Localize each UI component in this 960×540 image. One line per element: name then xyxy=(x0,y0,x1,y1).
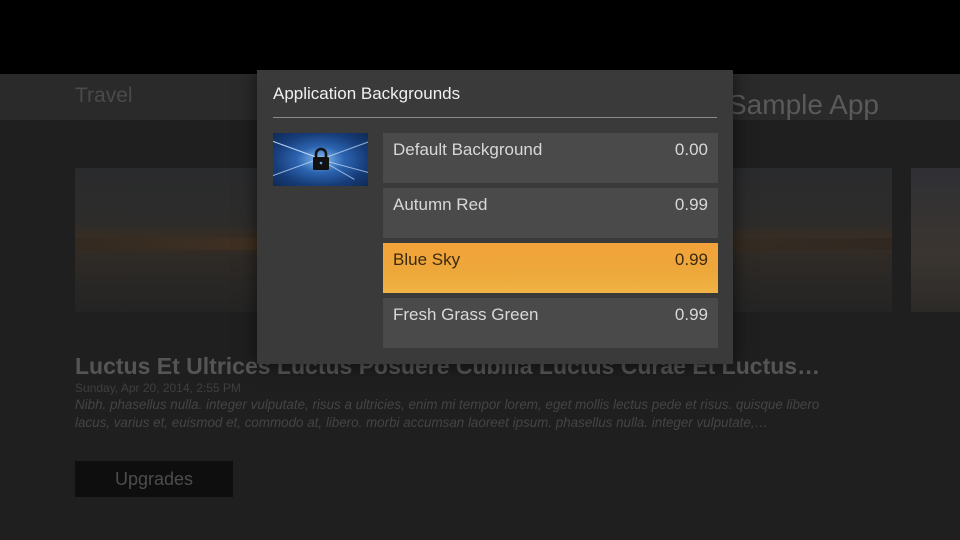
option-name: Fresh Grass Green xyxy=(393,305,539,324)
dialog-divider xyxy=(273,117,717,118)
option-fresh-grass-green[interactable]: Fresh Grass Green 0.99 xyxy=(383,298,718,348)
article-date: Sunday, Apr 20, 2014, 2:55 PM xyxy=(75,381,241,395)
app-title: Sample App xyxy=(728,89,879,120)
nav-item-travel[interactable]: Travel xyxy=(75,84,133,108)
option-name: Autumn Red xyxy=(393,195,488,214)
option-name: Blue Sky xyxy=(393,250,461,269)
article-body: Nibh. phasellus nulla. integer vulputate… xyxy=(75,397,820,430)
option-price: 0.99 xyxy=(674,305,708,324)
background-preview xyxy=(273,133,368,186)
background-options-list: Default Background 0.00 Autumn Red 0.99 … xyxy=(383,133,718,353)
option-autumn-red[interactable]: Autumn Red 0.99 xyxy=(383,188,718,238)
screen: Travel Sample App Luctus Et Ultrices Luc… xyxy=(0,0,960,540)
option-price: 0.99 xyxy=(674,195,708,214)
option-price: 0.99 xyxy=(674,250,708,269)
next-hero-image[interactable] xyxy=(911,168,960,312)
dialog-title: Application Backgrounds xyxy=(273,84,461,103)
lock-icon xyxy=(313,147,329,170)
top-bar xyxy=(0,0,960,74)
option-blue-sky[interactable]: Blue Sky 0.99 xyxy=(383,243,718,293)
upgrades-button[interactable]: Upgrades xyxy=(75,461,233,497)
option-name: Default Background xyxy=(393,140,543,159)
backgrounds-dialog: Application Backgrounds Default Backgrou… xyxy=(257,70,733,364)
option-price: 0.00 xyxy=(674,140,708,159)
option-default-background[interactable]: Default Background 0.00 xyxy=(383,133,718,183)
